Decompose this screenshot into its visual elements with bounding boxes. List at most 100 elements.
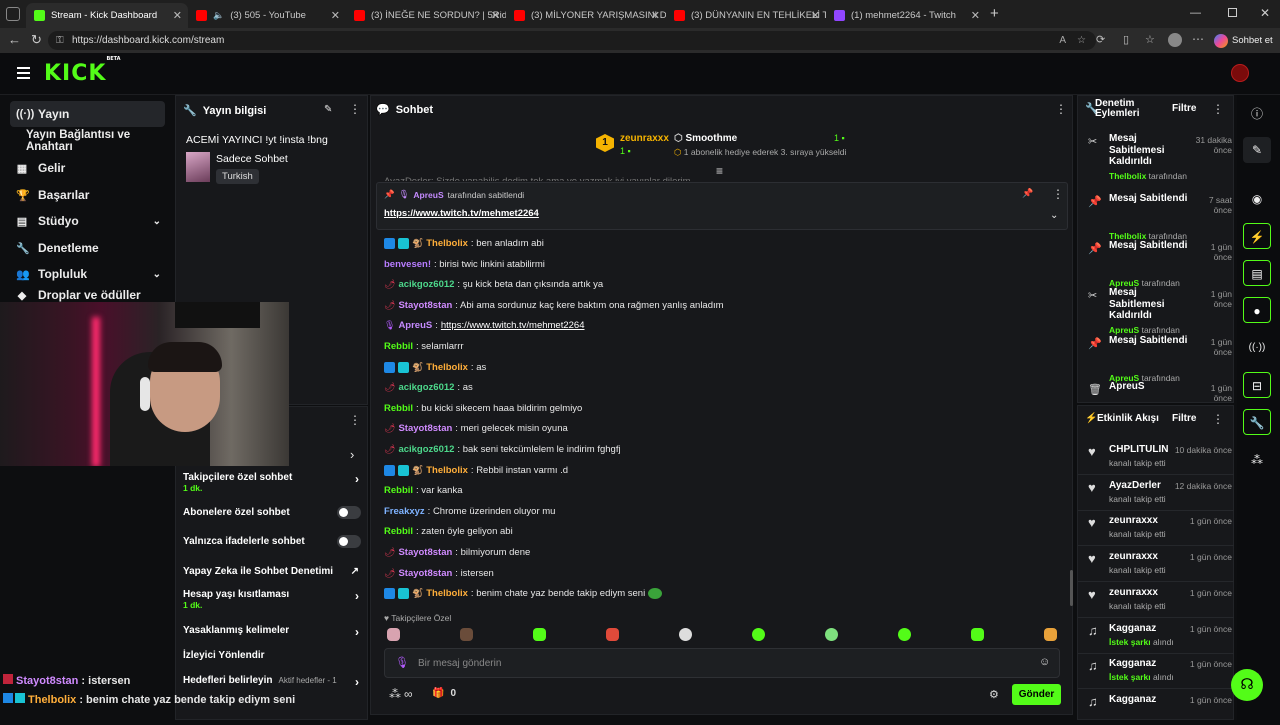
moderation-item[interactable]: 📌 Mesaj Sabitlendi 1 gün önce ApreuS tarafı… [1078, 240, 1234, 288]
activity-item[interactable]: ♥ zeunraxxx 1 gün önce kanalı takip etti [1078, 586, 1234, 618]
activity-user[interactable]: zeunraxxx [1109, 515, 1179, 527]
emote-6[interactable] [752, 628, 765, 641]
moderation-item[interactable]: ✂ Mesaj Sabitlemesi Kaldırıldı 31 dakika ö… [1078, 133, 1234, 181]
chevron-right-icon[interactable]: › [350, 447, 354, 462]
setting-banned-words[interactable]: Yasaklanmış kelimeler › [183, 625, 363, 639]
activity-toggle-icon[interactable]: ⚡ [1243, 223, 1271, 249]
tab-kick-dashboard[interactable]: Stream - Kick Dashboard ✕ [26, 3, 188, 28]
user-avatar[interactable] [1231, 64, 1249, 82]
chevron-down-icon[interactable]: ⌄ [1050, 210, 1058, 221]
chat-toggle-icon[interactable]: ● [1243, 297, 1271, 323]
activity-item[interactable]: ♥ zeunraxxx 1 gün önce kanalı takip etti [1078, 514, 1234, 547]
collapse-leaderboard-icon[interactable]: ≡ [716, 164, 723, 178]
speaker-icon[interactable]: 🔈 [213, 10, 224, 21]
pinned-link[interactable]: https://www.twitch.tv/mehmet2264 [384, 208, 539, 219]
maximize-button[interactable] [1228, 8, 1237, 17]
moderation-item[interactable]: 📌 Mesaj Sabitlendi 1 gün önce ApreuS tarafı… [1078, 335, 1234, 383]
setting-subscribers-only[interactable]: Abonelere özel sohbet [183, 507, 363, 518]
activity-item[interactable]: ♫ Kagganaz 1 gün önce İstek şarkı alındı [1078, 657, 1234, 690]
emote-10[interactable] [1044, 628, 1057, 641]
activity-user[interactable]: AyazDerler [1109, 480, 1179, 492]
channel-points[interactable]: ⁂ ∞ [389, 687, 413, 701]
nav-item-denetleme[interactable]: 🔧 Denetleme [10, 235, 165, 261]
chat-username[interactable]: Thelbolix [426, 465, 468, 476]
hamburger-menu-icon[interactable] [17, 67, 30, 79]
unpin-icon[interactable]: 📌 [1022, 188, 1033, 199]
nav-item-basarilar[interactable]: 🏆 Başarılar [10, 182, 165, 208]
gift-user[interactable]: ⬡ Smoothme [674, 133, 737, 144]
new-tab-button[interactable]: + [990, 5, 999, 22]
nav-item-gelir[interactable]: ▦ Gelir [10, 155, 165, 181]
chat-settings-gear-icon[interactable]: ⚙ [989, 688, 999, 701]
filter-button[interactable]: Filtre [1172, 103, 1196, 114]
reload-icon[interactable]: ↻ [31, 32, 42, 48]
chat-username[interactable]: Thelbolix [426, 588, 468, 599]
activity-item[interactable]: ♫ Kagganaz 1 gün önce [1078, 693, 1234, 725]
chat-username[interactable]: Rebbil [384, 526, 413, 537]
moderator-name[interactable]: ApreuS [1109, 325, 1139, 335]
emote-9[interactable] [971, 628, 984, 641]
tab-youtube-milyoner[interactable]: (3) MİLYONER YARIŞMASINI DOLA✕ [506, 3, 666, 28]
mic-icon[interactable]: 🎙 [395, 656, 409, 669]
edit-pencil-icon[interactable]: ✎ [324, 104, 332, 115]
filter-button[interactable]: Filtre [1172, 413, 1196, 424]
kick-logo[interactable]: KICKBETA [44, 56, 121, 86]
extensions-icon[interactable]: ⟳ [1096, 33, 1105, 46]
activity-user[interactable]: zeunraxxx [1109, 587, 1179, 599]
layout-icon[interactable]: ⊟ [1243, 372, 1271, 398]
tab-youtube-505[interactable]: 🔈 (3) 505 - YouTube ✕ [188, 3, 346, 28]
chat-username[interactable]: Rebbil [384, 341, 413, 352]
nav-item-studyo[interactable]: ▤ Stüdyo ⌄ [10, 208, 165, 234]
window-close-button[interactable]: ✕ [1260, 6, 1270, 20]
emote-5[interactable] [679, 628, 692, 641]
chat-username[interactable]: Freakxyz [384, 506, 425, 517]
moderation-item[interactable]: ✂ Mesaj Sabitlemesi Kaldırıldı 1 gün önce A… [1078, 287, 1234, 335]
tab-youtube-tren[interactable]: (3) DÜNYANIN EN TEHLİKELİ TREN✕ [666, 3, 826, 28]
activity-user[interactable]: Kagganaz [1109, 658, 1179, 670]
chat-username[interactable]: Stayot8stan [398, 423, 452, 434]
chat-username[interactable]: Stayot8stan [398, 568, 452, 579]
chat-link[interactable]: https://www.twitch.tv/mehmet2264 [441, 320, 585, 331]
chat-username[interactable]: acikgoz6012 [398, 382, 454, 393]
setting-goals[interactable]: Hedefleri belirleyin Aktif hedefler - 1 › [183, 675, 363, 689]
more-menu-icon[interactable]: ⋯ [1192, 32, 1204, 46]
activity-user[interactable]: zeunraxxx [1109, 551, 1179, 563]
copilot-chat-button[interactable]: Sohbet et [1214, 31, 1273, 50]
moderation-toggle-icon[interactable]: 🔧 [1243, 409, 1271, 435]
capture-icon[interactable]: ◉ [1243, 186, 1271, 212]
chat-username[interactable]: ApreuS [398, 320, 432, 331]
favorite-star-icon[interactable]: ☆ [1077, 31, 1086, 50]
close-icon[interactable]: ✕ [491, 9, 500, 22]
emote-3[interactable] [533, 628, 546, 641]
split-screen-icon[interactable]: ▯ [1123, 33, 1129, 46]
moderation-item[interactable]: 📌 Mesaj Sabitlendi 7 saat önce Thelbolix ta… [1078, 193, 1234, 241]
chat-username[interactable]: Rebbil [384, 485, 413, 496]
more-options-icon[interactable]: ⋮ [349, 413, 361, 427]
more-options-icon[interactable]: ⋮ [349, 102, 361, 116]
chat-scrollbar[interactable] [1070, 570, 1073, 606]
setting-emote-only[interactable]: Yalnızca ifadelerle sohbet [183, 536, 363, 547]
emote-8[interactable] [898, 628, 911, 641]
emote-7[interactable] [825, 628, 838, 641]
close-icon[interactable]: ✕ [173, 9, 182, 22]
activity-item[interactable]: ♥ AyazDerler 12 dakika önce kanalı takip et… [1078, 479, 1234, 511]
info-icon[interactable]: ⓘ [1243, 101, 1271, 127]
chat-username[interactable]: Stayot8stan [398, 547, 452, 558]
read-aloud-icon[interactable]: A [1059, 31, 1066, 50]
site-info-icon[interactable]: ⚿ [56, 31, 64, 50]
setting-raid[interactable]: İzleyici Yönlendir [183, 650, 363, 661]
moderator-name[interactable]: Thelbolix [1109, 171, 1146, 181]
chat-input[interactable]: 🎙 Bir mesaj gönderin ☺ [384, 648, 1060, 678]
tab-youtube-5riders[interactable]: (3) İNEĞE NE SORDUN? | 5Riders ✕ [346, 3, 506, 28]
back-arrow-icon[interactable]: ← [8, 32, 21, 47]
more-options-icon[interactable]: ⋮ [1212, 412, 1224, 426]
nav-item-yayin[interactable]: ((·)) Yayın [10, 101, 165, 127]
favorites-icon[interactable]: ☆ [1145, 33, 1155, 46]
notes-icon[interactable]: ▤ [1243, 260, 1271, 286]
setting-ai-moderation[interactable]: Yapay Zeka ile Sohbet Denetimi ↗ [183, 566, 363, 577]
chat-username[interactable]: benvesen! [384, 259, 431, 270]
nav-item-droplar[interactable]: ◆ Droplar ve ödüller [10, 288, 165, 302]
emoji-icon[interactable]: ☺ [1039, 656, 1050, 668]
pinned-by-user[interactable]: ApreuS [413, 190, 443, 200]
chat-username[interactable]: Thelbolix [426, 362, 468, 373]
